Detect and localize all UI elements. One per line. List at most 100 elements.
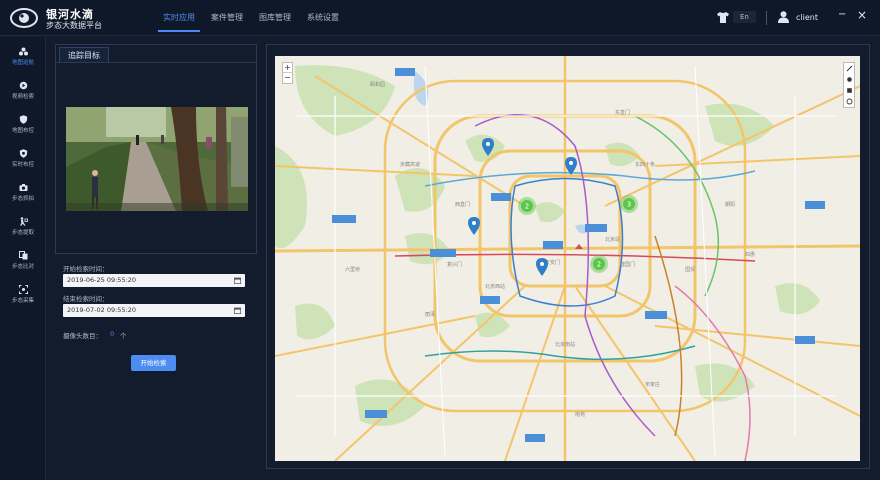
header-divider <box>766 11 767 25</box>
road-label-marker <box>543 241 563 249</box>
end-time-label: 结束检索时间： <box>63 295 109 303</box>
place-label: 京藏高速 <box>400 161 420 168</box>
camera-count-unit: 个 <box>120 332 127 340</box>
sidebar-item-label: 地图布控 <box>11 128 34 134</box>
user-icon[interactable] <box>778 11 789 23</box>
compare-icon <box>18 251 27 260</box>
place-label: 颐和园 <box>370 81 385 88</box>
sidebar-item-label: 视频检索 <box>11 94 34 100</box>
place-label: 北京站 <box>605 236 620 243</box>
cluster-count: 3 <box>627 201 631 209</box>
road-label-marker <box>430 249 456 257</box>
tab-tracking-target[interactable]: 追踪目标 <box>59 47 109 62</box>
sidebar-item-map-cruise[interactable]: 地图巡航 <box>0 45 46 75</box>
calendar-icon[interactable] <box>234 307 241 314</box>
place-label: 朝阳 <box>725 201 735 208</box>
place-label: 宋家庄 <box>645 381 660 388</box>
top-bar: 银河水滴 步态大数据平台 实时应用 案件管理 图库管理 系统设置 En clie… <box>0 0 880 36</box>
place-label: 复兴门 <box>447 261 462 268</box>
tracking-target-panel: 追踪目标 <box>55 44 257 254</box>
start-time-field[interactable]: 2019-06-25 09:55:20 <box>63 274 245 287</box>
start-time-label: 开始检索时间： <box>63 265 109 273</box>
sidebar-item-label: 步态抓拍 <box>11 196 34 202</box>
place-label: 丽泽 <box>425 311 435 318</box>
road-label-marker <box>585 224 607 232</box>
place-label: 东直门 <box>615 109 630 116</box>
sidebar-item-label: 步态比对 <box>11 264 34 270</box>
sidebar-item-label: 步态提取 <box>11 230 34 236</box>
theme-icon[interactable] <box>717 12 729 23</box>
road-label-marker <box>395 68 415 76</box>
sidebar-item-gait-compare[interactable]: 步态比对 <box>0 249 46 279</box>
road-label-marker <box>805 201 825 209</box>
place-label: 四惠 <box>745 251 755 258</box>
place-label: 建国门 <box>620 261 635 268</box>
place-label: 东四十条 <box>635 161 655 168</box>
end-time-value: 2019-07-02 09:55:20 <box>67 306 137 314</box>
gait-extract-icon <box>19 217 28 226</box>
place-label: 北京南站 <box>555 341 575 348</box>
road-label-marker <box>525 434 545 442</box>
rectangle-tool-icon[interactable] <box>844 85 854 96</box>
circle-tool-icon[interactable] <box>844 96 854 107</box>
cluster-marker[interactable]: 2 <box>518 197 536 215</box>
cluster-count: 2 <box>525 203 529 211</box>
cluster-count: 2 <box>597 261 601 269</box>
zoom-out-button[interactable]: − <box>283 73 292 83</box>
camera-count-label: 摄像头数目： <box>63 332 102 340</box>
road-label-marker <box>332 215 356 223</box>
cluster-marker[interactable]: 2 <box>590 255 608 273</box>
place-label: 国贸 <box>685 266 695 273</box>
place-label: 西直门 <box>455 201 470 208</box>
sidebar-item-video-search[interactable]: 视频检索 <box>0 79 46 109</box>
close-button[interactable]: × <box>857 8 867 22</box>
cluster-marker[interactable]: 3 <box>620 195 638 213</box>
sidebar-item-gait-capture[interactable]: 步态抓拍 <box>0 181 46 211</box>
nav-gallery-management[interactable]: 图库管理 <box>254 10 296 32</box>
nav-system-settings[interactable]: 系统设置 <box>302 10 344 32</box>
sidebar-item-label: 地图巡航 <box>11 60 34 66</box>
shield-realtime-icon <box>19 149 27 158</box>
panel-tab-divider <box>56 62 256 63</box>
calendar-icon[interactable] <box>234 277 241 284</box>
road-label-marker <box>795 336 815 344</box>
main-nav: 实时应用 案件管理 图库管理 系统设置 <box>158 10 350 32</box>
minimize-button[interactable]: − <box>838 9 846 20</box>
target-photo <box>66 107 248 211</box>
road-label-marker <box>480 296 500 304</box>
sidebar-item-map-control[interactable]: 地图布控 <box>0 113 46 143</box>
user-name[interactable]: client <box>796 13 818 22</box>
sidebar-item-realtime-control[interactable]: 实时布控 <box>0 147 46 177</box>
camera-icon <box>19 184 27 191</box>
brand-subtitle: 步态大数据平台 <box>46 21 102 30</box>
road-label-marker <box>491 193 511 201</box>
pen-tool-icon[interactable] <box>844 63 854 74</box>
nav-realtime[interactable]: 实时应用 <box>158 10 200 32</box>
nav-case-management[interactable]: 案件管理 <box>206 10 248 32</box>
place-label: 北京西站 <box>485 283 505 290</box>
road-label-marker <box>645 311 667 319</box>
shield-map-icon <box>19 115 27 124</box>
start-search-button[interactable]: 开始检索 <box>131 355 176 371</box>
video-search-icon <box>19 81 27 90</box>
zoom-control: + − <box>282 62 293 84</box>
end-time-field[interactable]: 2019-07-02 09:55:20 <box>63 304 245 317</box>
start-time-value: 2019-06-25 09:55:20 <box>67 276 137 284</box>
place-label: 六里桥 <box>345 266 360 273</box>
sidebar: 地图巡航 视频检索 地图布控 实时布控 步态抓拍 步态提取 步态比对 步态采集 <box>0 37 46 480</box>
map-cluster-icon <box>18 47 28 56</box>
logo-icon <box>10 8 38 28</box>
sidebar-item-label: 步态采集 <box>11 298 34 304</box>
point-tool-icon[interactable] <box>844 74 854 85</box>
language-toggle[interactable]: En <box>733 11 756 23</box>
road-label-marker <box>365 410 387 418</box>
draw-tools <box>843 62 855 108</box>
collect-icon <box>18 285 28 294</box>
place-label: 南苑 <box>575 411 585 418</box>
sidebar-item-label: 实时布控 <box>11 162 34 168</box>
sidebar-item-gait-collect[interactable]: 步态采集 <box>0 283 46 313</box>
city-map[interactable]: 颐和园 东直门 东四十条 西直门 复兴门 天安门 建国门 国贸 六里桥 丽泽 南… <box>275 56 860 461</box>
sidebar-item-gait-extract[interactable]: 步态提取 <box>0 215 46 245</box>
camera-count-value: 0 <box>110 330 115 338</box>
zoom-in-button[interactable]: + <box>283 63 292 73</box>
